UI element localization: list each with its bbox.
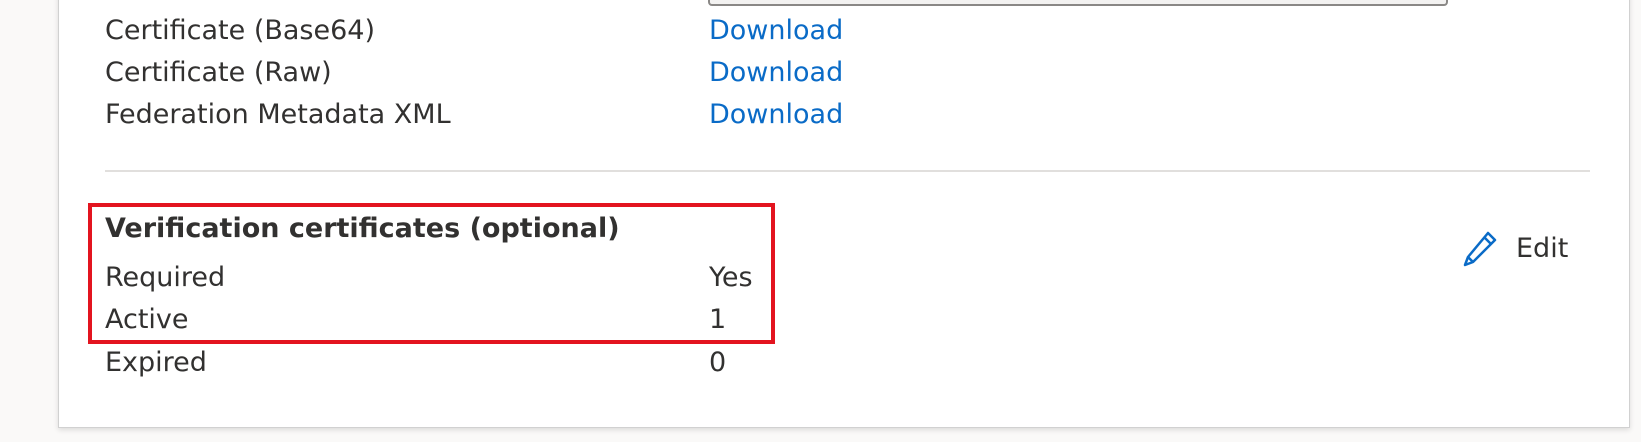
highlight-box xyxy=(88,203,775,344)
edit-button[interactable]: Edit xyxy=(1462,228,1568,270)
section-divider xyxy=(105,170,1590,172)
certificate-base64-label: Certificate (Base64) xyxy=(105,15,375,46)
certificate-raw-label: Certificate (Raw) xyxy=(105,57,332,88)
expired-label: Expired xyxy=(105,347,207,378)
edit-label: Edit xyxy=(1516,233,1569,264)
thumbprint-field[interactable] xyxy=(708,0,1448,6)
federation-metadata-xml-label: Federation Metadata XML xyxy=(105,99,451,130)
pencil-icon xyxy=(1463,231,1497,267)
certificate-base64-download-link[interactable]: Download xyxy=(709,14,843,48)
certificate-raw-download-link[interactable]: Download xyxy=(709,56,843,90)
federation-metadata-xml-download-link[interactable]: Download xyxy=(709,98,843,132)
expired-value: 0 xyxy=(709,347,727,378)
